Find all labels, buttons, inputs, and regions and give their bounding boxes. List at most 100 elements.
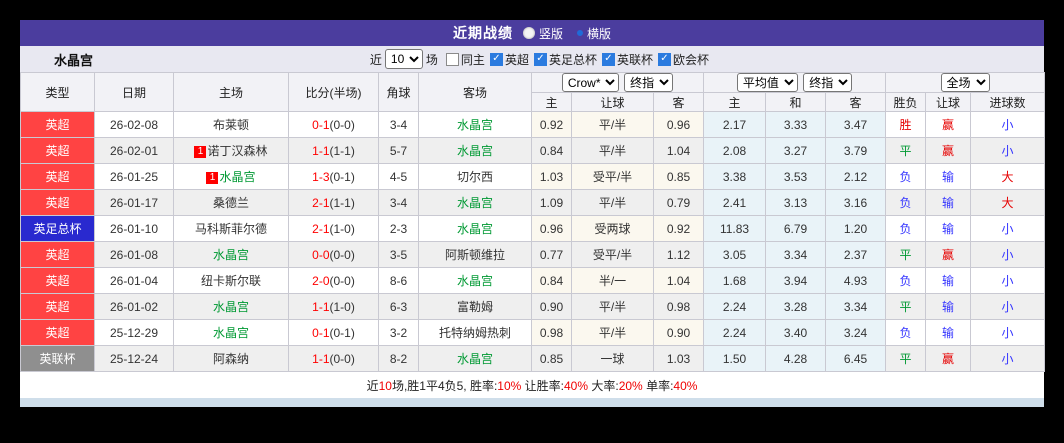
halftime-score: (0-1) [329,325,355,340]
away-team-cell: 水晶宫 [418,267,532,294]
header-score: 比分(半场) [288,72,379,112]
away-team-cell: 富勒姆 [418,293,532,320]
date-cell: 26-01-25 [94,163,174,190]
result-cell: 平 [885,241,927,268]
date-cell: 26-01-02 [94,293,174,320]
layout-radio-1[interactable]: 横版 [577,25,611,42]
average-select[interactable]: 平均值 [736,73,798,92]
provider-odds-group-header: Crow* 终指 [530,72,705,93]
recent-suffix-label: 场 [425,52,438,67]
goals-cell: 小 [970,267,1046,294]
goals-cell: 大 [970,163,1046,190]
layout-radio-0[interactable]: 竖版 [522,25,563,42]
score-cell: 1-1(0-0) [288,345,379,372]
result-cell: 平 [885,293,927,320]
result-cell: 平 [885,345,927,372]
home-team-name: 布莱顿 [212,118,249,132]
header-corners: 角球 [378,72,419,112]
away-odds-cell: 0.79 [652,189,705,216]
away-team-cell: 水晶宫 [418,215,532,242]
away-team-name: 水晶宫 [456,118,493,132]
date-cell: 26-01-17 [94,189,174,216]
fulltime-score: 1-1 [312,351,330,366]
subheader-avg-draw: 和 [765,92,827,112]
halftime-score: (0-0) [329,247,355,262]
provider-select[interactable]: Crow* [561,73,619,92]
header-home: 主场 [173,72,289,112]
summary-segment: 20% [618,378,643,393]
league-cell: 英超 [20,163,95,190]
home-team-name: 诺丁汉森林 [207,144,268,158]
away-odds-cell: 0.90 [652,319,705,346]
summary-text: 近10场,胜1平4负5, 胜率:10% 让胜率:40% 大率:20% 单率:40… [367,377,698,394]
away-odds-cell: 0.96 [652,111,705,138]
result-cell: 负 [885,267,927,294]
checkbox-icon: ✓ [533,52,547,66]
rank-badge: 1 [194,146,207,158]
avg-away-cell: 6.45 [825,345,887,372]
subheader-result: 胜负 [885,92,927,112]
home-odds-cell: 0.84 [531,137,572,164]
away-team-name: 托特纳姆热刺 [438,326,511,340]
rank-badge: 1 [206,172,219,184]
recent-count-select[interactable]: 10 [384,49,423,69]
radio-label: 横版 [587,26,612,41]
match-row: 英足总杯 26-01-10 马科斯菲尔德 2-1(1-0) 2-3 水晶宫 0.96 受两球 0… [20,215,1046,242]
avg-home-cell: 2.17 [703,111,767,138]
match-row: 英联杯 25-12-24 阿森纳 1-1(0-0) 8-2 水晶宫 0.85 一球 1.03 1.… [20,345,1046,372]
fulltime-score: 1-1 [312,299,330,314]
score-cell: 1-1(1-0) [288,293,379,320]
handicap-cell: 平/半 [571,111,654,138]
filter-checkbox-1[interactable]: ✓ 英超 [489,51,529,68]
summary-segment: 10 [378,378,392,393]
goals-cell: 小 [970,293,1046,320]
date-cell: 26-01-10 [94,215,174,242]
avg-draw-cell: 3.33 [765,111,827,138]
filter-checkbox-2[interactable]: ✓ 英足总杯 [533,51,597,68]
avg-away-cell: 3.34 [825,293,887,320]
filter-checkbox-4[interactable]: ✓ 欧会杯 [657,51,709,68]
handicap-cell: 半/一 [571,267,654,294]
subheader-avg-home: 主 [703,92,767,112]
scope-select[interactable]: 全场 [940,73,990,92]
avg-home-cell: 3.05 [703,241,767,268]
corners-cell: 3-4 [378,111,419,138]
date-cell: 25-12-29 [94,319,174,346]
provider-stage-select[interactable]: 终指 [624,73,674,92]
handicap-cell: 受平/半 [571,163,654,190]
home-team-name: 水晶宫 [219,170,256,184]
home-team-name: 桑德兰 [212,196,249,210]
halftime-score: (0-0) [329,117,355,132]
subheader-handicap: 让球 [571,92,654,112]
result-cell: 平 [885,137,927,164]
avg-home-cell: 1.50 [703,345,767,372]
league-cell: 英超 [20,267,95,294]
home-team-name: 水晶宫 [212,326,249,340]
away-odds-cell: 1.12 [652,241,705,268]
league-cell: 英足总杯 [20,215,95,242]
score-cell: 1-3(0-1) [288,163,379,190]
home-team-cell: 水晶宫 [173,241,289,268]
checkbox-label: 欧会杯 [672,52,709,67]
goals-cell: 大 [970,189,1046,216]
filter-checkbox-3[interactable]: ✓ 英联杯 [601,51,653,68]
avg-draw-cell: 3.34 [765,241,827,268]
goals-cell: 小 [970,215,1046,242]
checkbox-icon: ✓ [601,52,615,66]
filter-checkbox-0[interactable]: 同主 [445,51,485,68]
avg-home-cell: 2.41 [703,189,767,216]
radio-icon [522,27,535,39]
halftime-score: (0-0) [329,273,355,288]
league-cell: 英超 [20,137,95,164]
home-odds-cell: 0.84 [531,267,572,294]
halftime-score: (1-1) [329,143,355,158]
away-team-cell: 水晶宫 [418,345,532,372]
home-odds-cell: 1.03 [531,163,572,190]
away-team-name: 水晶宫 [456,222,493,236]
average-stage-select[interactable]: 终指 [803,73,853,92]
fulltime-score: 2-1 [312,221,330,236]
summary-segment: 单率: [642,378,674,393]
home-odds-cell: 0.85 [531,345,572,372]
avg-draw-cell: 3.40 [765,319,827,346]
away-odds-cell: 0.85 [652,163,705,190]
